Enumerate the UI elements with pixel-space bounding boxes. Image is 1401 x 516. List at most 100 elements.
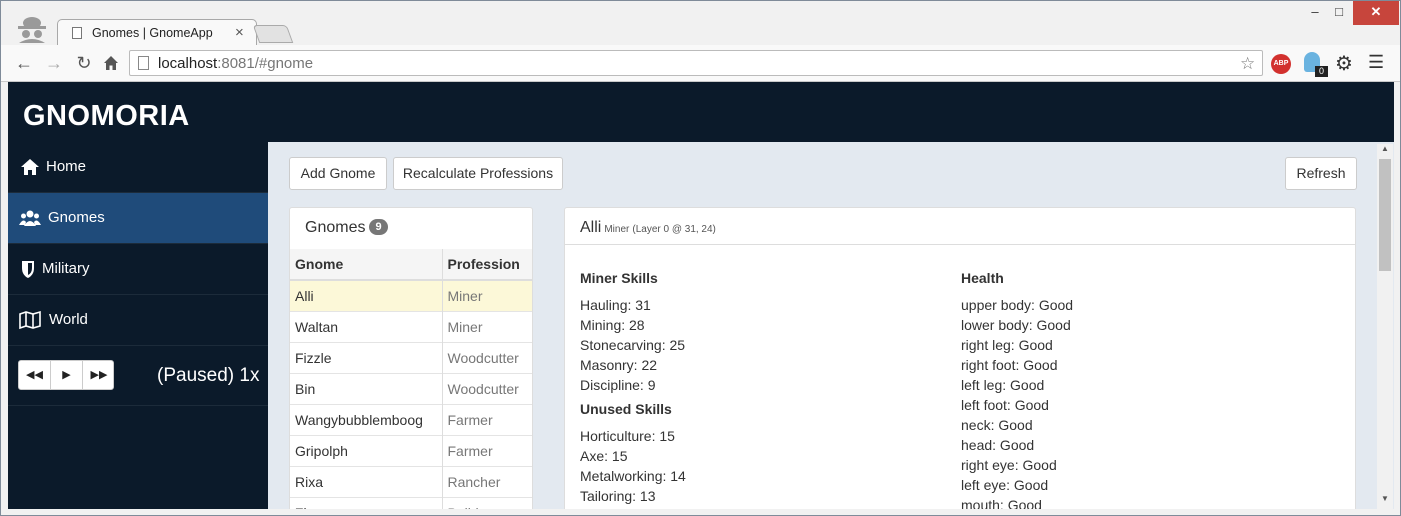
page-scrollbar[interactable]: ▲ ▼ xyxy=(1377,144,1393,509)
forward-arrow-icon[interactable]: → xyxy=(44,53,64,73)
skill-line: Masonry: 22 xyxy=(580,357,658,373)
table-row[interactable]: Fizzle Woodcutter xyxy=(290,341,532,373)
profession-cell: Miner xyxy=(442,279,532,311)
gnome-profession: Miner xyxy=(604,224,630,235)
rewind-button[interactable]: ◀◀ xyxy=(19,361,51,389)
skills-column: Miner Skills Hauling: 31 Mining: 28 Stonec… xyxy=(580,270,686,508)
table-row[interactable]: Gripolph Farmer xyxy=(290,434,532,466)
section-title: Unused Skills xyxy=(580,401,672,417)
fast-forward-button[interactable]: ▶▶ xyxy=(83,361,115,389)
scrollbar-thumb[interactable] xyxy=(1379,159,1391,271)
reload-icon[interactable]: ↻ xyxy=(74,53,94,73)
gnome-detail-panel: Alli Miner (Layer 0 @ 31, 24) Miner Skills… xyxy=(564,207,1356,509)
profession-cell: Miner xyxy=(442,310,532,342)
sidebar: Home Gnomes Military World ◀◀ ▶ ▶▶ (Paus… xyxy=(8,142,268,509)
users-icon xyxy=(19,210,41,226)
gnome-name-cell: Bin xyxy=(290,372,443,404)
profession-cell: Woodcutter xyxy=(442,372,532,404)
count-badge: 9 xyxy=(369,219,388,235)
incognito-icon xyxy=(18,17,46,43)
gnome-name-cell: Gripolph xyxy=(290,434,443,466)
back-arrow-icon[interactable]: ← xyxy=(14,53,34,73)
sidebar-item-world[interactable]: World xyxy=(8,295,268,346)
page-icon xyxy=(138,56,149,70)
health-line: lower body: Good xyxy=(961,317,1071,333)
panel-title: Gnomes 9 xyxy=(305,219,388,237)
tab-strip: Gnomes | GnomeApp × – □ ✕ xyxy=(1,1,1400,46)
sidebar-item-home[interactable]: Home xyxy=(8,142,268,193)
bookmark-star-icon[interactable]: ☆ xyxy=(1240,54,1255,74)
recalculate-professions-button[interactable]: Recalculate Professions xyxy=(393,157,563,190)
sidebar-item-label: Gnomes xyxy=(48,209,105,226)
profession-cell: Build.. xyxy=(442,496,532,509)
table-row[interactable]: Waltan Miner xyxy=(290,310,532,342)
health-line: upper body: Good xyxy=(961,297,1074,313)
gnome-name-cell: Rixa xyxy=(290,465,443,497)
gnome-list-panel: Gnomes 9 Gnome Profession Alli Miner Waltan… xyxy=(289,207,533,509)
web-page: GNOMORIA Home Gnomes Military World ◀◀ ▶ xyxy=(8,82,1394,509)
divider xyxy=(8,405,268,406)
game-speed-status: (Paused) 1x xyxy=(157,365,260,386)
maximize-button[interactable]: □ xyxy=(1323,1,1355,25)
browser-window: Gnomes | GnomeApp × – □ ✕ ← → ↻ localhos… xyxy=(0,0,1401,516)
profession-cell: Farmer xyxy=(442,434,532,466)
table-row[interactable]: Zi..Build.. xyxy=(290,496,532,509)
scroll-down-arrow[interactable]: ▼ xyxy=(1377,494,1393,508)
home-icon xyxy=(21,159,39,175)
home-icon[interactable] xyxy=(103,55,119,71)
scroll-up-arrow[interactable]: ▲ xyxy=(1377,144,1393,158)
menu-icon[interactable]: ☰ xyxy=(1368,52,1384,73)
skill-line: Stonecarving: 25 xyxy=(580,337,686,353)
address-bar[interactable]: localhost:8081/#gnome ☆ xyxy=(129,50,1263,76)
table-row[interactable]: Alli Miner xyxy=(290,279,532,311)
sidebar-item-label: World xyxy=(49,311,88,328)
gnome-name-cell: Waltan xyxy=(290,310,443,342)
section-title: Health xyxy=(961,270,1004,286)
window-close-button[interactable]: ✕ xyxy=(1353,1,1399,25)
page-icon xyxy=(72,27,82,39)
gnome-name-cell: Zi.. xyxy=(290,496,443,509)
map-icon xyxy=(19,310,41,330)
sidebar-item-military[interactable]: Military xyxy=(8,244,268,295)
gnome-name-cell: Wangybubblemboog xyxy=(290,403,443,435)
table-row[interactable]: Wangybubblemboog Farmer xyxy=(290,403,532,435)
extension-badge: 0 xyxy=(1315,66,1328,77)
add-gnome-button[interactable]: Add Gnome xyxy=(289,157,387,190)
column-header-profession[interactable]: Profession xyxy=(442,249,532,281)
playback-controls: ◀◀ ▶ ▶▶ xyxy=(18,360,114,390)
table-row[interactable]: Bin Woodcutter xyxy=(290,372,532,404)
health-line: neck: Good xyxy=(961,417,1033,433)
play-button[interactable]: ▶ xyxy=(51,361,83,389)
brand-logo[interactable]: GNOMORIA xyxy=(23,100,190,133)
refresh-button[interactable]: Refresh xyxy=(1285,157,1357,190)
skill-line: Discipline: 9 xyxy=(580,377,656,393)
unused-skill-line: Metalworking: 14 xyxy=(580,468,686,484)
detail-header: Alli Miner (Layer 0 @ 31, 24) xyxy=(565,208,1355,245)
column-header-gnome[interactable]: Gnome xyxy=(290,249,443,281)
sidebar-item-label: Military xyxy=(42,260,90,277)
health-line: mouth: Good xyxy=(961,497,1042,509)
browser-toolbar: ← → ↻ localhost:8081/#gnome ☆ ABP 0 ⚙ ☰ xyxy=(1,45,1400,82)
table-row[interactable]: Rixa Rancher xyxy=(290,465,532,497)
adblock-icon[interactable]: ABP xyxy=(1271,54,1291,74)
url-text: localhost:8081/#gnome xyxy=(158,55,314,72)
profession-cell: Woodcutter xyxy=(442,341,532,373)
gear-icon[interactable]: ⚙ xyxy=(1335,51,1353,76)
health-line: left foot: Good xyxy=(961,397,1049,413)
gnome-location: (Layer 0 @ 31, 24) xyxy=(632,224,716,235)
profession-cell: Farmer xyxy=(442,403,532,435)
gnome-table: Gnome Profession Alli Miner Waltan Miner Fiz… xyxy=(290,249,532,509)
tab-title: Gnomes | GnomeApp xyxy=(92,26,213,40)
new-tab-button[interactable] xyxy=(252,25,294,43)
health-line: right eye: Good xyxy=(961,457,1057,473)
gnome-name-cell: Alli xyxy=(290,279,443,311)
unused-skill-line: Horticulture: 15 xyxy=(580,428,675,444)
skill-line: Mining: 28 xyxy=(580,317,645,333)
gnome-name: Alli Miner (Layer 0 @ 31, 24) xyxy=(580,219,716,236)
health-line: right leg: Good xyxy=(961,337,1053,353)
section-title: Miner Skills xyxy=(580,270,658,286)
browser-tab[interactable]: Gnomes | GnomeApp × xyxy=(57,19,257,46)
close-icon[interactable]: × xyxy=(235,24,244,41)
sidebar-item-gnomes[interactable]: Gnomes xyxy=(8,193,268,244)
sidebar-item-label: Home xyxy=(46,158,87,175)
